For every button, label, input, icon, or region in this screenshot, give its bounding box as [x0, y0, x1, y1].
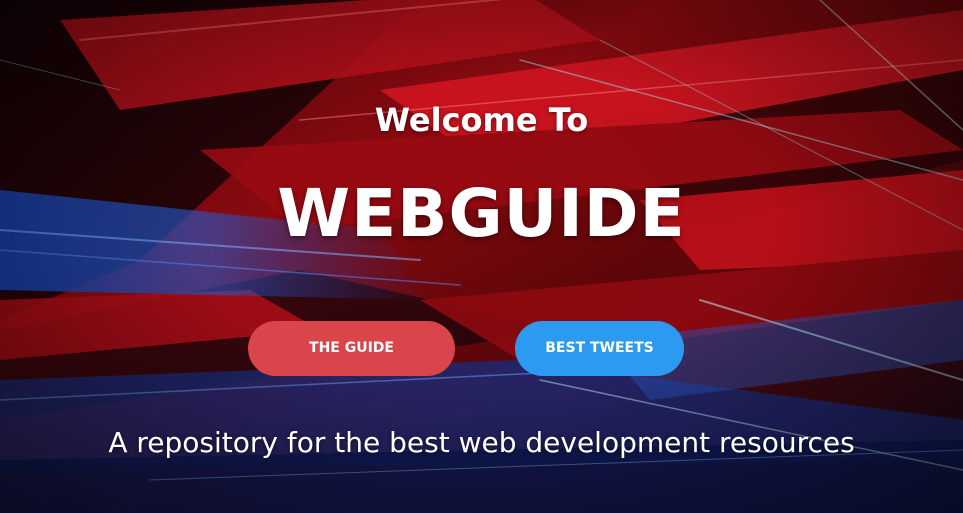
the-guide-button[interactable]: THE GUIDE [248, 321, 455, 376]
site-title: WEBGUIDE [277, 175, 686, 252]
tagline: A repository for the best web developmen… [108, 426, 855, 459]
best-tweets-button[interactable]: BEST TWEETS [515, 321, 684, 376]
hero-section: Welcome To WEBGUIDE THE GUIDE BEST TWEET… [0, 0, 963, 513]
hero-content: Welcome To WEBGUIDE THE GUIDE BEST TWEET… [0, 0, 963, 513]
welcome-heading: Welcome To [374, 101, 589, 139]
